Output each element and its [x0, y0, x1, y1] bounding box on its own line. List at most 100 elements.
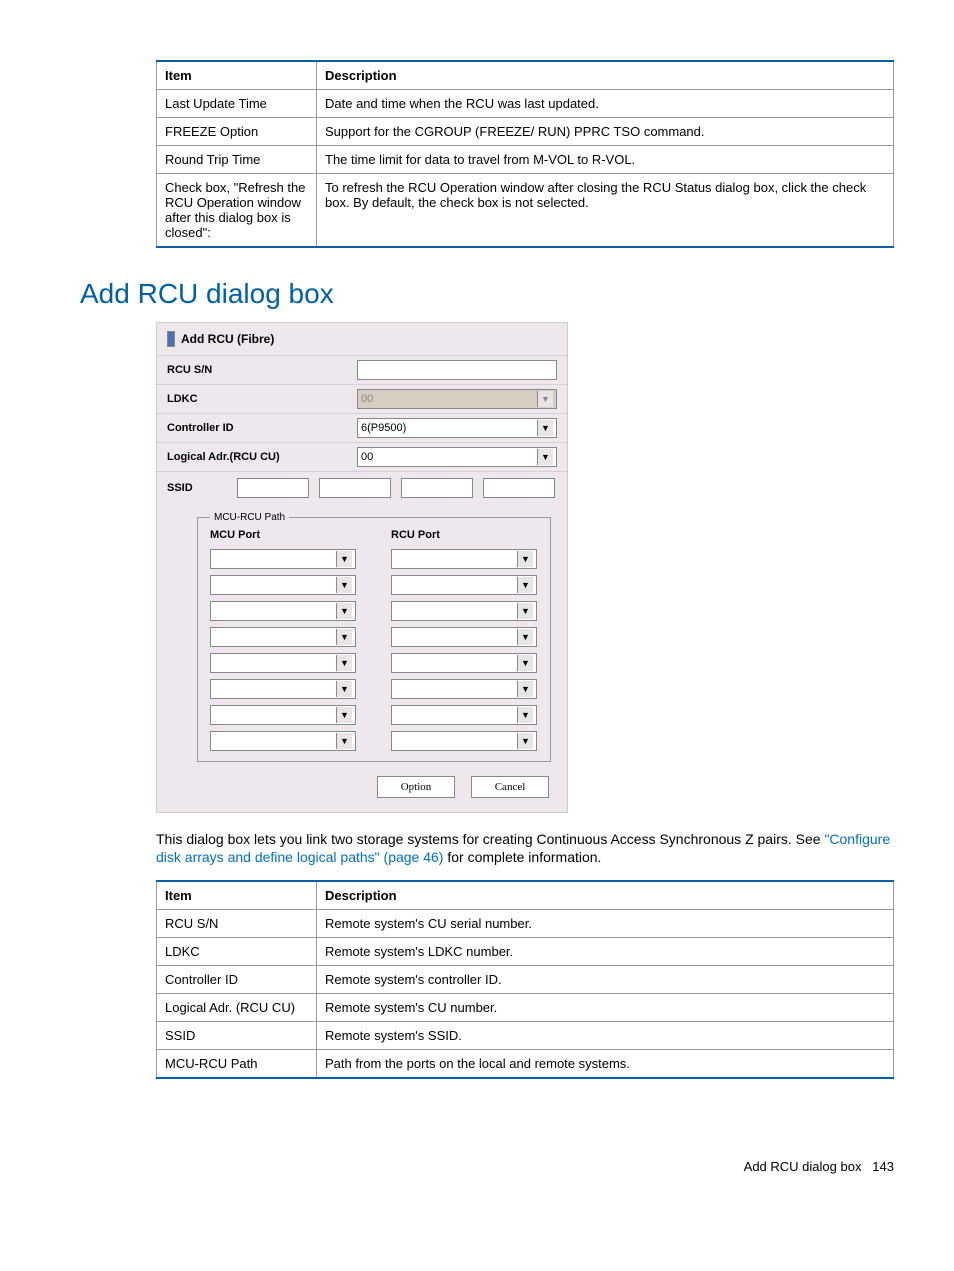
cell-desc: Remote system's controller ID.	[317, 966, 894, 994]
table-row: Logical Adr. (RCU CU)Remote system's CU …	[157, 994, 894, 1022]
cell-desc: Remote system's CU serial number.	[317, 910, 894, 938]
cell-desc: Remote system's SSID.	[317, 1022, 894, 1050]
cell-item: RCU S/N	[157, 910, 317, 938]
table-row: Round Trip TimeThe time limit for data t…	[157, 146, 894, 174]
mcu-port-combo[interactable]: ▼	[210, 731, 356, 751]
description-table-1: Item Description Last Update TimeDate an…	[156, 60, 894, 248]
mcu-port-combo[interactable]: ▼	[210, 705, 356, 725]
cancel-button[interactable]: Cancel	[471, 776, 549, 798]
table-row: Check box, "Refresh the RCU Operation wi…	[157, 174, 894, 248]
rcu-port-combo[interactable]: ▼	[391, 549, 537, 569]
table2-header-desc: Description	[317, 881, 894, 910]
option-button[interactable]: Option	[377, 776, 455, 798]
cell-item: Logical Adr. (RCU CU)	[157, 994, 317, 1022]
cell-desc: Remote system's CU number.	[317, 994, 894, 1022]
mcu-rcu-path-group: MCU-RCU Path MCU Port RCU Port ▼ ▼ ▼ ▼ ▼ ▼ ▼ ▼ ▼…	[197, 512, 551, 762]
table-row: Controller IDRemote system's controller …	[157, 966, 894, 994]
dialog-title: Add RCU (Fibre)	[181, 332, 274, 346]
cell-item: LDKC	[157, 938, 317, 966]
logical-adr-value: 00	[361, 451, 373, 463]
chevron-down-icon: ▼	[336, 603, 352, 619]
add-rcu-dialog: Add RCU (Fibre) RCU S/N LDKC 00 ▼ Contro…	[156, 322, 568, 813]
chevron-down-icon: ▼	[336, 733, 352, 749]
mcu-port-combo[interactable]: ▼	[210, 627, 356, 647]
cell-desc: Remote system's LDKC number.	[317, 938, 894, 966]
ldkc-combo[interactable]: 00 ▼	[357, 389, 557, 409]
controller-id-value: 6(P9500)	[361, 422, 406, 434]
page-footer: Add RCU dialog box 143	[80, 1159, 894, 1174]
description-table-2: Item Description RCU S/NRemote system's …	[156, 880, 894, 1079]
mcu-port-combo[interactable]: ▼	[210, 575, 356, 595]
chevron-down-icon: ▼	[336, 707, 352, 723]
chevron-down-icon: ▼	[336, 681, 352, 697]
logical-adr-combo[interactable]: 00 ▼	[357, 447, 557, 467]
chevron-down-icon: ▼	[517, 551, 533, 567]
chevron-down-icon: ▼	[336, 577, 352, 593]
rcu-port-combo[interactable]: ▼	[391, 575, 537, 595]
chevron-down-icon: ▼	[537, 391, 553, 407]
ssid-input-2[interactable]	[319, 478, 391, 498]
section-heading: Add RCU dialog box	[80, 278, 894, 310]
table2-header-item: Item	[157, 881, 317, 910]
cell-desc: Date and time when the RCU was last upda…	[317, 90, 894, 118]
mcu-port-header: MCU Port	[210, 527, 357, 543]
title-bar-icon	[167, 331, 175, 347]
cell-item: Check box, "Refresh the RCU Operation wi…	[157, 174, 317, 248]
chevron-down-icon: ▼	[336, 655, 352, 671]
dialog-title-bar: Add RCU (Fibre)	[157, 323, 567, 355]
table-row: SSIDRemote system's SSID.	[157, 1022, 894, 1050]
mcu-port-combo[interactable]: ▼	[210, 549, 356, 569]
ssid-input-1[interactable]	[237, 478, 309, 498]
table-row: MCU-RCU PathPath from the ports on the l…	[157, 1050, 894, 1079]
mcu-port-combo[interactable]: ▼	[210, 601, 356, 621]
rcu-port-combo[interactable]: ▼	[391, 705, 537, 725]
cell-desc: Path from the ports on the local and rem…	[317, 1050, 894, 1079]
rcu-port-combo[interactable]: ▼	[391, 601, 537, 621]
rcu-port-combo[interactable]: ▼	[391, 627, 537, 647]
table-row: LDKCRemote system's LDKC number.	[157, 938, 894, 966]
chevron-down-icon: ▼	[537, 449, 553, 465]
dialog-description: This dialog box lets you link two storag…	[156, 831, 894, 866]
table1-header-item: Item	[157, 61, 317, 90]
cell-item: FREEZE Option	[157, 118, 317, 146]
chevron-down-icon: ▼	[517, 681, 533, 697]
cell-item: SSID	[157, 1022, 317, 1050]
ssid-label: SSID	[167, 482, 227, 494]
chevron-down-icon: ▼	[336, 551, 352, 567]
cell-desc: The time limit for data to travel from M…	[317, 146, 894, 174]
chevron-down-icon: ▼	[517, 733, 533, 749]
table-row: Last Update TimeDate and time when the R…	[157, 90, 894, 118]
rcu-sn-label: RCU S/N	[167, 364, 357, 376]
cell-desc: Support for the CGROUP (FREEZE/ RUN) PPR…	[317, 118, 894, 146]
cell-item: Last Update Time	[157, 90, 317, 118]
cell-item: Round Trip Time	[157, 146, 317, 174]
paragraph-pre: This dialog box lets you link two storag…	[156, 831, 824, 847]
cell-item: MCU-RCU Path	[157, 1050, 317, 1079]
chevron-down-icon: ▼	[517, 707, 533, 723]
rcu-port-combo[interactable]: ▼	[391, 653, 537, 673]
mcu-port-combo[interactable]: ▼	[210, 679, 356, 699]
path-legend: MCU-RCU Path	[210, 512, 289, 523]
ssid-input-4[interactable]	[483, 478, 555, 498]
chevron-down-icon: ▼	[517, 603, 533, 619]
rcu-port-combo[interactable]: ▼	[391, 731, 537, 751]
chevron-down-icon: ▼	[336, 629, 352, 645]
chevron-down-icon: ▼	[517, 577, 533, 593]
logical-adr-label: Logical Adr.(RCU CU)	[167, 451, 357, 463]
footer-page: 143	[872, 1159, 894, 1174]
table-row: RCU S/NRemote system's CU serial number.	[157, 910, 894, 938]
footer-text: Add RCU dialog box	[744, 1159, 862, 1174]
controller-id-combo[interactable]: 6(P9500) ▼	[357, 418, 557, 438]
ssid-input-3[interactable]	[401, 478, 473, 498]
mcu-port-combo[interactable]: ▼	[210, 653, 356, 673]
controller-id-label: Controller ID	[167, 422, 357, 434]
paragraph-post: for complete information.	[447, 849, 601, 865]
rcu-port-combo[interactable]: ▼	[391, 679, 537, 699]
rcu-port-header: RCU Port	[391, 527, 538, 543]
table1-header-desc: Description	[317, 61, 894, 90]
ldkc-value: 00	[361, 393, 373, 405]
cell-item: Controller ID	[157, 966, 317, 994]
rcu-sn-input[interactable]	[357, 360, 557, 380]
cell-desc: To refresh the RCU Operation window afte…	[317, 174, 894, 248]
chevron-down-icon: ▼	[537, 420, 553, 436]
